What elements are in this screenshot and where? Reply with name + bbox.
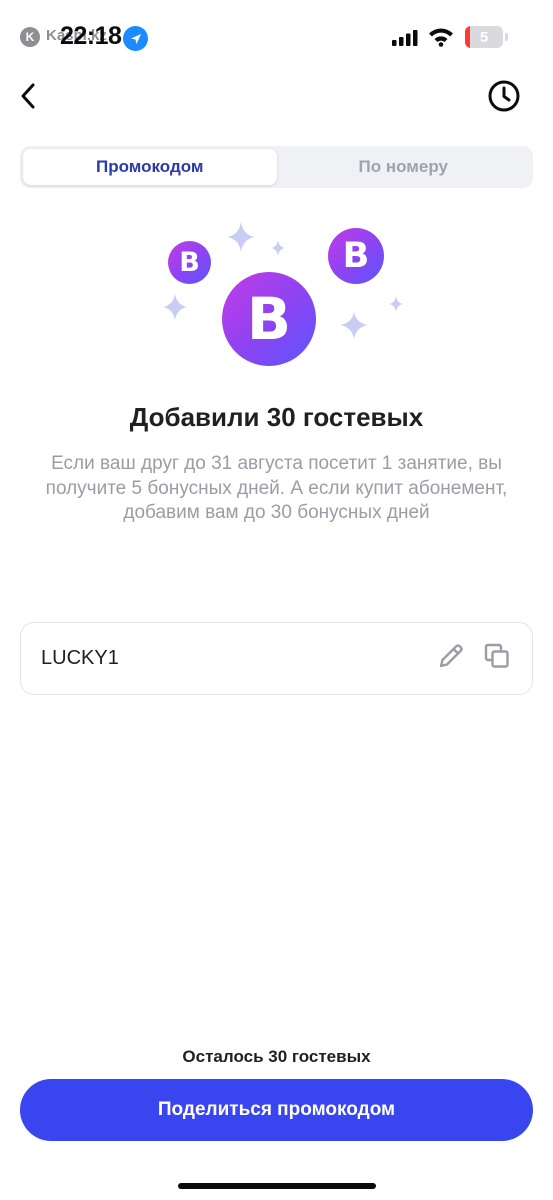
signal-icon <box>392 30 418 51</box>
clock-icon <box>487 79 521 118</box>
promo-code-value[interactable]: LUCKY1 <box>41 647 436 670</box>
coin-letter: B <box>342 236 370 276</box>
coin-letter: B <box>179 247 200 278</box>
share-promocode-button[interactable]: Поделиться промокодом <box>20 1079 533 1141</box>
copy-promo-button[interactable] <box>482 642 512 675</box>
bonus-description: Если ваш друг до 31 августа посетит 1 за… <box>45 453 508 523</box>
bonus-illustration: B B B <box>150 212 410 372</box>
battery-icon: 5 <box>465 26 503 48</box>
battery-level: 5 <box>479 28 489 46</box>
copy-icon <box>483 642 511 675</box>
tab-switcher: Промокодом По номеру <box>20 146 533 188</box>
location-arrow-icon <box>123 26 148 51</box>
history-button[interactable] <box>485 79 523 117</box>
tab-promocode[interactable]: Промокодом <box>23 149 277 185</box>
wifi-icon <box>428 27 454 52</box>
kaspi-logo-icon: K <box>20 27 40 47</box>
edit-promo-button[interactable] <box>436 644 466 674</box>
promo-code-field: LUCKY1 <box>20 622 533 695</box>
pencil-icon <box>437 642 465 675</box>
chevron-left-icon <box>18 82 38 115</box>
coin-icon: B <box>222 272 316 366</box>
home-indicator[interactable] <box>178 1183 376 1189</box>
battery-tip <box>505 33 508 41</box>
back-button[interactable] <box>10 80 46 116</box>
page-title: Добавили 30 гостевых <box>129 402 424 432</box>
coin-letter: B <box>246 285 292 353</box>
status-bar: K Kaspi.kz 22:18 5 <box>0 0 553 76</box>
tab-by-number[interactable]: По номеру <box>277 149 531 185</box>
coin-icon: B <box>168 241 211 284</box>
status-time: 22:18 <box>60 22 122 50</box>
remaining-guests-label: Осталось 30 гостевых <box>182 1047 371 1066</box>
coin-icon: B <box>328 228 384 284</box>
